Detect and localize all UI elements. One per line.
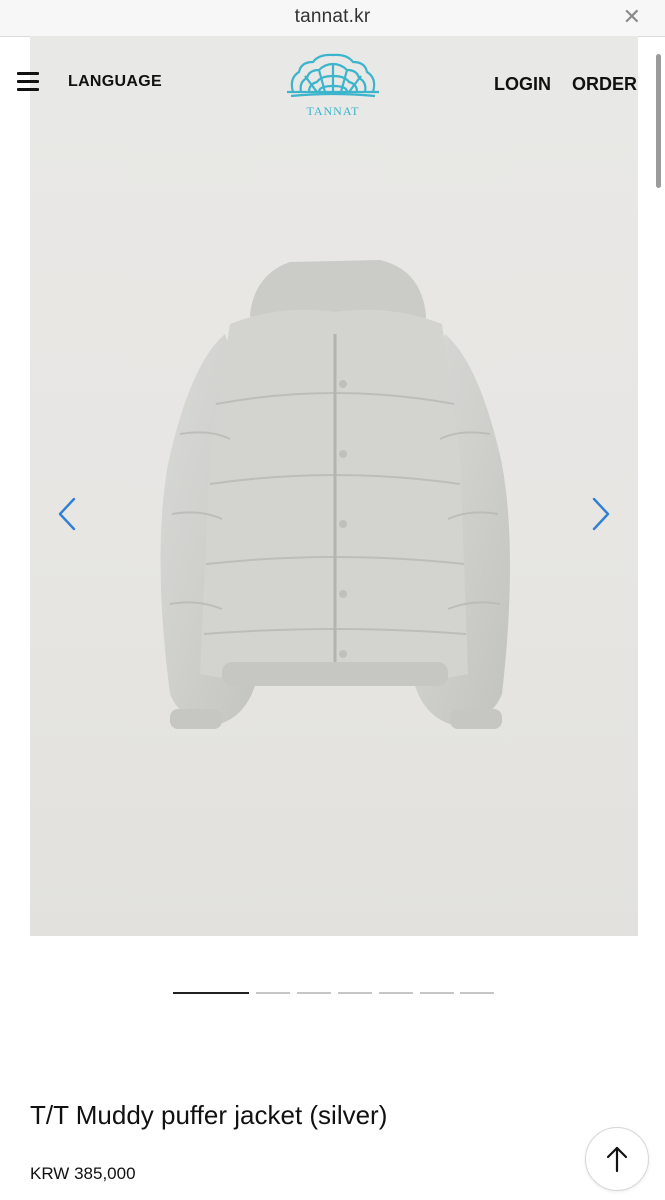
order-link[interactable]: ORDER xyxy=(572,74,637,95)
pagination-dot-4[interactable] xyxy=(338,992,372,994)
product-image[interactable] xyxy=(30,36,638,936)
back-to-top-button[interactable] xyxy=(585,1127,649,1191)
browser-url-bar: tannat.kr ✕ xyxy=(0,0,665,37)
chevron-left-icon[interactable] xyxy=(56,496,80,532)
scrollbar-thumb[interactable] xyxy=(656,54,661,188)
url-text[interactable]: tannat.kr xyxy=(0,6,665,28)
page: tannat.kr ✕ LANGUAGE TANNAT LOGIN ORDER … xyxy=(0,0,665,1200)
hamburger-menu-icon[interactable] xyxy=(17,72,41,94)
jacket-image xyxy=(160,260,510,729)
product-title: T/T Muddy puffer jacket (silver) xyxy=(30,1100,388,1130)
pagination-dot-1[interactable] xyxy=(173,992,249,994)
chevron-right-icon[interactable] xyxy=(588,496,612,532)
pagination-dot-5[interactable] xyxy=(379,992,413,994)
product-price: KRW 385,000 xyxy=(30,1164,136,1183)
pagination-dot-7[interactable] xyxy=(460,992,494,994)
pagination-dot-2[interactable] xyxy=(256,992,290,994)
pagination-dot-6[interactable] xyxy=(420,992,454,994)
login-link[interactable]: LOGIN xyxy=(494,74,551,95)
pagination-dot-3[interactable] xyxy=(297,992,331,994)
arrow-up-icon xyxy=(606,1146,628,1173)
logo-text: TANNAT xyxy=(306,104,360,118)
language-button[interactable]: LANGUAGE xyxy=(68,73,162,91)
close-icon[interactable]: ✕ xyxy=(623,4,641,30)
